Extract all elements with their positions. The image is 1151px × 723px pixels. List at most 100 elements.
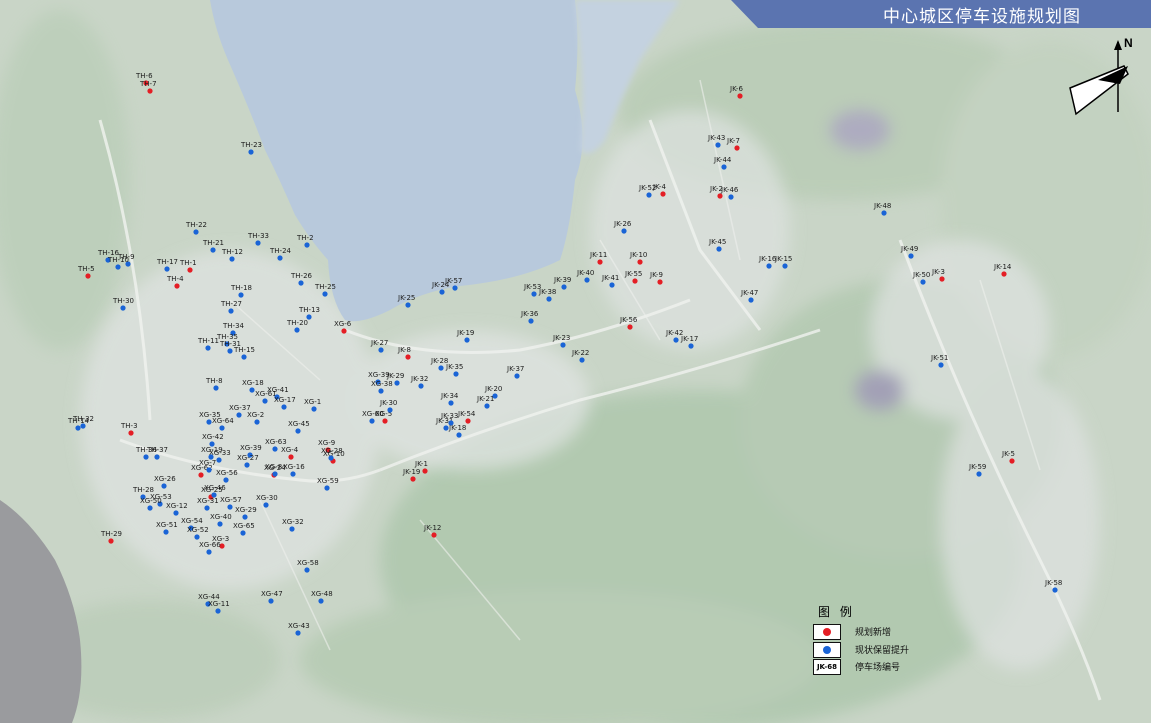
parking-marker-existing[interactable]: TH-37: [146, 446, 168, 460]
parking-marker-new[interactable]: TH-7: [139, 80, 157, 94]
parking-marker-existing[interactable]: JK-21: [476, 395, 494, 409]
parking-marker-existing[interactable]: TH-13: [298, 306, 320, 320]
parking-marker-new[interactable]: JK-19: [402, 468, 420, 482]
parking-marker-existing[interactable]: JK-46: [720, 186, 739, 200]
parking-marker-existing[interactable]: XG-31: [197, 497, 219, 511]
parking-marker-existing[interactable]: JK-26: [613, 220, 632, 234]
parking-marker-new[interactable]: XG-4: [281, 446, 299, 460]
parking-marker-existing[interactable]: TH-10: [107, 256, 129, 270]
parking-marker-existing[interactable]: TH-24: [269, 247, 292, 261]
parking-marker-new[interactable]: TH-5: [77, 265, 95, 279]
parking-marker-new[interactable]: TH-4: [166, 275, 184, 289]
parking-marker-existing[interactable]: JK-50: [912, 271, 930, 285]
parking-marker-existing[interactable]: XG-30: [256, 494, 278, 508]
parking-marker-existing[interactable]: JK-37: [506, 365, 524, 379]
parking-marker-existing[interactable]: XG-43: [288, 622, 310, 636]
parking-marker-existing[interactable]: JK-32: [410, 375, 428, 389]
parking-marker-new[interactable]: JK-12: [423, 524, 441, 538]
parking-marker-existing[interactable]: XG-50: [140, 497, 162, 511]
parking-marker-existing[interactable]: JK-51: [930, 354, 948, 368]
parking-marker-existing[interactable]: TH-17: [156, 258, 178, 272]
parking-marker-existing[interactable]: JK-58: [1044, 579, 1062, 593]
parking-marker-existing[interactable]: TH-33: [247, 232, 269, 246]
parking-marker-existing[interactable]: XG-28: [321, 447, 343, 461]
parking-marker-existing[interactable]: XG-60: [362, 410, 384, 424]
parking-marker-existing[interactable]: JK-49: [900, 245, 918, 259]
parking-marker-new[interactable]: JK-6: [729, 85, 743, 99]
parking-marker-existing[interactable]: XG-65: [233, 522, 255, 536]
parking-marker-existing[interactable]: TH-2: [296, 234, 314, 248]
parking-marker-existing[interactable]: JK-47: [740, 289, 758, 303]
parking-marker-existing[interactable]: XG-16: [283, 463, 305, 477]
parking-marker-new[interactable]: JK-14: [993, 263, 1012, 277]
parking-marker-existing[interactable]: XG-1: [304, 398, 321, 412]
parking-marker-existing[interactable]: JK-24: [431, 281, 450, 295]
parking-marker-existing[interactable]: XG-56: [216, 469, 238, 483]
parking-marker-existing[interactable]: XG-32: [282, 518, 304, 532]
parking-marker-existing[interactable]: JK-22: [571, 349, 589, 363]
parking-marker-existing[interactable]: JK-23: [552, 334, 570, 348]
parking-marker-existing[interactable]: XG-64: [212, 417, 234, 431]
parking-marker-existing[interactable]: JK-35: [445, 363, 463, 377]
parking-marker-existing[interactable]: TH-32: [72, 415, 94, 429]
parking-marker-new[interactable]: TH-1: [179, 259, 197, 273]
parking-marker-new[interactable]: XG-6: [334, 320, 352, 334]
parking-marker-existing[interactable]: JK-18: [448, 424, 466, 438]
parking-marker-existing[interactable]: XG-29: [235, 506, 257, 520]
parking-marker-existing[interactable]: JK-59: [968, 463, 986, 477]
parking-marker-existing[interactable]: TH-18: [230, 284, 252, 298]
parking-marker-existing[interactable]: TH-30: [112, 297, 134, 311]
parking-marker-new[interactable]: TH-29: [100, 530, 122, 544]
parking-marker-existing[interactable]: JK-43: [707, 134, 725, 148]
parking-marker-existing[interactable]: XG-12: [166, 502, 188, 516]
parking-marker-existing[interactable]: TH-15: [233, 346, 255, 360]
parking-marker-existing[interactable]: XG-52: [187, 526, 209, 540]
parking-marker-existing[interactable]: TH-20: [286, 319, 308, 333]
parking-marker-existing[interactable]: JK-41: [601, 274, 619, 288]
parking-marker-existing[interactable]: TH-21: [202, 239, 224, 253]
parking-marker-existing[interactable]: JK-25: [397, 294, 415, 308]
parking-marker-existing[interactable]: TH-12: [221, 248, 243, 262]
parking-marker-existing[interactable]: TH-22: [185, 221, 207, 235]
parking-marker-existing[interactable]: XG-38: [371, 380, 393, 394]
parking-marker-existing[interactable]: XG-51: [156, 521, 178, 535]
parking-marker-existing[interactable]: XG-58: [297, 559, 319, 573]
parking-marker-new[interactable]: JK-10: [629, 251, 647, 265]
parking-marker-new[interactable]: TH-3: [120, 422, 138, 436]
parking-marker-existing[interactable]: XG-26: [154, 475, 176, 489]
parking-marker-existing[interactable]: XG-17: [274, 396, 296, 410]
parking-marker-existing[interactable]: TH-25: [314, 283, 336, 297]
parking-marker-existing[interactable]: TH-23: [240, 141, 262, 155]
parking-marker-existing[interactable]: XG-11: [208, 600, 230, 614]
parking-marker-existing[interactable]: TH-8: [205, 377, 223, 391]
parking-marker-existing[interactable]: XG-40: [210, 513, 232, 527]
parking-marker-existing[interactable]: JK-48: [873, 202, 891, 216]
parking-marker-existing[interactable]: XG-42: [202, 433, 224, 447]
parking-marker-existing[interactable]: XG-66: [199, 541, 221, 555]
parking-marker-existing[interactable]: JK-40: [576, 269, 594, 283]
parking-marker-existing[interactable]: XG-27: [237, 454, 259, 468]
parking-marker-existing[interactable]: JK-17: [680, 335, 698, 349]
parking-marker-existing[interactable]: TH-11: [197, 337, 219, 351]
parking-marker-new[interactable]: JK-7: [726, 137, 740, 151]
parking-marker-existing[interactable]: TH-27: [220, 300, 242, 314]
parking-marker-existing[interactable]: JK-45: [708, 238, 726, 252]
parking-marker-new[interactable]: JK-5: [1001, 450, 1015, 464]
parking-marker-existing[interactable]: XG-45: [288, 420, 310, 434]
parking-marker-existing[interactable]: JK-27: [370, 339, 388, 353]
parking-marker-existing[interactable]: JK-19: [456, 329, 474, 343]
parking-marker-existing[interactable]: XG-2: [247, 411, 264, 425]
parking-marker-existing[interactable]: XG-8: [265, 463, 282, 477]
parking-marker-existing[interactable]: JK-38: [538, 288, 556, 302]
parking-plan-map[interactable]: 中心城区停车设施规划图 N TH-6 TH-7 TH-1 TH-4 TH-5 TH-3 TH…: [0, 0, 1151, 723]
parking-marker-new[interactable]: JK-3: [931, 268, 945, 282]
parking-marker-existing[interactable]: XG-47: [261, 590, 283, 604]
parking-marker-existing[interactable]: XG-48: [311, 590, 333, 604]
parking-marker-existing[interactable]: TH-26: [290, 272, 313, 286]
parking-marker-existing[interactable]: JK-52: [638, 184, 656, 198]
parking-marker-existing[interactable]: JK-36: [520, 310, 539, 324]
parking-marker-existing[interactable]: XG-59: [317, 477, 339, 491]
parking-marker-new[interactable]: JK-56: [619, 316, 638, 330]
parking-marker-existing[interactable]: JK-15: [774, 255, 792, 269]
parking-marker-new[interactable]: JK-54: [457, 410, 476, 424]
